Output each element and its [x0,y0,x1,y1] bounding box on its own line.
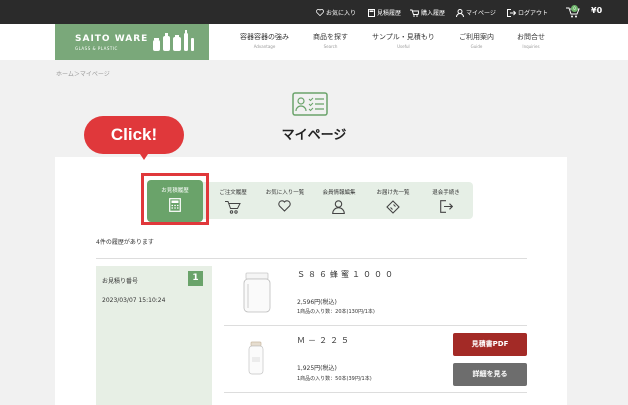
tab-order-history-label: ご注文履歴 [219,190,247,196]
quote-number-badge: 1 [188,271,203,286]
tab-member-info[interactable]: 会員情報編集 [312,182,366,219]
purchase-history-link[interactable]: 購入履歴 [410,8,445,17]
quote-history-label: 見積履歴 [377,10,402,17]
bottle-image [248,341,264,375]
product-price: 1,925円(税込) [297,365,337,372]
nav-inquiries-sub: Inquiries [522,44,540,49]
mypage-link[interactable]: マイページ [456,8,496,17]
click-callout: Click! [84,116,184,154]
quote-info-panel: お見積り番号 1 2023/03/07 15:10:24 [96,266,212,405]
nav-advantage-label: 容器容器の強み [240,33,289,41]
product-name[interactable]: Ｓ８６蜂蜜１０００ [297,269,396,280]
site-header: SAITO WARE GLASS & PLASTIC 容器容器の強み Advan… [0,24,628,60]
tab-order-history[interactable]: ご注文履歴 [208,182,258,219]
nav-inquiries-label: お問合せ [517,33,545,41]
jar-image [243,272,271,313]
logout-icon [507,8,516,17]
heart-icon [316,9,324,16]
cart-count-badge: 0 [571,5,578,12]
checklist-icon [292,92,328,116]
item-divider [224,392,527,393]
product-price: 2,596円(税込) [297,299,337,306]
tab-delivery-addresses[interactable]: お届け先一覧 [366,182,420,219]
nav-samples[interactable]: サンプル・見積もり Useful [372,32,435,49]
tab-delivery-addresses-label: お届け先一覧 [376,190,410,196]
highlight-box [141,173,209,225]
quote-number-label: お見積り番号 [102,278,139,285]
favorites-link[interactable]: お気に入り [316,8,356,17]
nav-inquiries[interactable]: お問合せ Inquiries [517,32,545,49]
ticket-icon [386,200,400,214]
view-details-button[interactable]: 詳細を見る [453,363,527,386]
nav-samples-sub: Useful [397,44,410,49]
nav-samples-label: サンプル・見積もり [372,33,435,41]
cart-total: ¥0 [591,6,603,15]
nav-advantage-sub: Advantage [253,44,276,49]
cart-icon [225,201,241,214]
nav-search-label: 商品を探す [313,33,348,41]
tab-withdrawal-label: 退会手続き [432,190,460,196]
top-bar: お気に入り 見積履歴 購入履歴 マイページ ログアウト 0 ¥0 [0,0,628,24]
logo-subtitle: GLASS & PLASTIC [75,46,118,51]
nav-search[interactable]: 商品を探す Search [313,32,348,49]
bottles-logo-icon [153,30,194,51]
tab-member-info-label: 会員情報編集 [322,190,356,196]
quote-pdf-button[interactable]: 見積書PDF [453,333,527,356]
tab-favorites-label: お気に入り一覧 [265,190,305,196]
divider [96,258,527,259]
breadcrumb: ホーム＞マイページ [56,71,110,78]
logo[interactable]: SAITO WARE GLASS & PLASTIC [55,24,209,60]
nav-advantage[interactable]: 容器容器の強み Advantage [240,32,289,49]
logo-name: SAITO WARE [75,34,149,44]
mypage-label: マイページ [466,10,496,17]
history-count: 4件の履歴があります [96,239,154,246]
tab-withdrawal[interactable]: 退会手続き [420,182,472,219]
click-callout-tail [138,151,150,160]
product-name[interactable]: Ｍ－２２５ [297,335,352,346]
quote-history-link[interactable]: 見積履歴 [368,8,401,17]
purchase-history-label: 購入履歴 [421,10,446,17]
nav-guide[interactable]: ご利用案内 Guide [459,32,494,49]
tab-favorites[interactable]: お気に入り一覧 [258,182,312,219]
heart-icon [278,200,291,212]
product-quantity: 1商品の入り数：50本(39円/1本) [297,376,372,382]
logout-link[interactable]: ログアウト [507,8,548,17]
nav-guide-sub: Guide [470,44,483,49]
exit-icon [440,200,453,213]
quote-date: 2023/03/07 15:10:24 [102,297,166,304]
item-divider [224,325,527,326]
user-icon [332,200,345,214]
favorites-label: お気に入り [326,10,357,17]
user-icon [456,8,464,17]
nav-guide-label: ご利用案内 [459,33,494,41]
product-quantity: 1商品の入り数：20本(130円/1本) [297,309,375,315]
cart-icon [410,9,419,17]
calculator-icon [368,8,375,17]
nav-search-sub: Search [323,44,338,49]
logout-label: ログアウト [518,10,549,17]
